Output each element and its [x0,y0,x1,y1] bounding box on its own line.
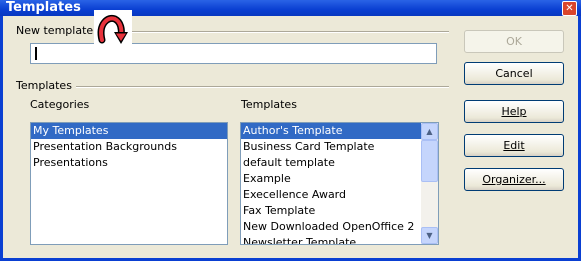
category-item[interactable]: My Templates [31,123,227,139]
template-item[interactable]: Fax Template [241,203,438,219]
template-item[interactable]: New Downloaded OpenOffice 2 [241,219,438,235]
templates-list-header: Templates [241,98,297,111]
text-caret [35,47,37,60]
templates-group-separator [72,86,449,88]
close-button[interactable]: ✕ [562,1,577,16]
edit-button[interactable]: Edit [464,134,564,157]
templates-group-label: Templates [16,79,76,92]
new-template-separator [92,31,449,33]
ok-button[interactable]: OK [464,30,564,53]
title-bar[interactable]: Templates ✕ [0,0,581,16]
template-item[interactable]: Execellence Award [241,187,438,203]
window-frame-left [0,16,3,261]
cancel-button[interactable]: Cancel [464,62,564,85]
templates-scrollbar[interactable]: ▲ ▼ [421,123,438,244]
new-template-input[interactable] [30,43,437,64]
category-item[interactable]: Presentation Backgrounds [31,139,227,155]
categories-listbox[interactable]: My Templates Presentation Backgrounds Pr… [30,122,228,245]
template-item[interactable]: Newsletter Template [241,235,438,244]
help-button[interactable]: Help [464,100,564,123]
categories-header: Categories [30,98,90,111]
organizer-button[interactable]: Organizer... [464,168,564,191]
window-title: Templates [6,0,81,15]
scroll-up-arrow-icon[interactable]: ▲ [421,123,438,140]
template-item[interactable]: default template [241,155,438,171]
curved-arrow-cursor-icon [94,10,132,50]
templates-listbox[interactable]: Author's Template Business Card Template… [240,122,439,245]
scroll-down-arrow-icon[interactable]: ▼ [421,227,438,244]
template-item[interactable]: Business Card Template [241,139,438,155]
category-item[interactable]: Presentations [31,155,227,171]
template-item[interactable]: Example [241,171,438,187]
new-template-label: New template [16,24,98,37]
scrollbar-thumb[interactable] [421,140,438,182]
template-item[interactable]: Author's Template [241,123,438,139]
